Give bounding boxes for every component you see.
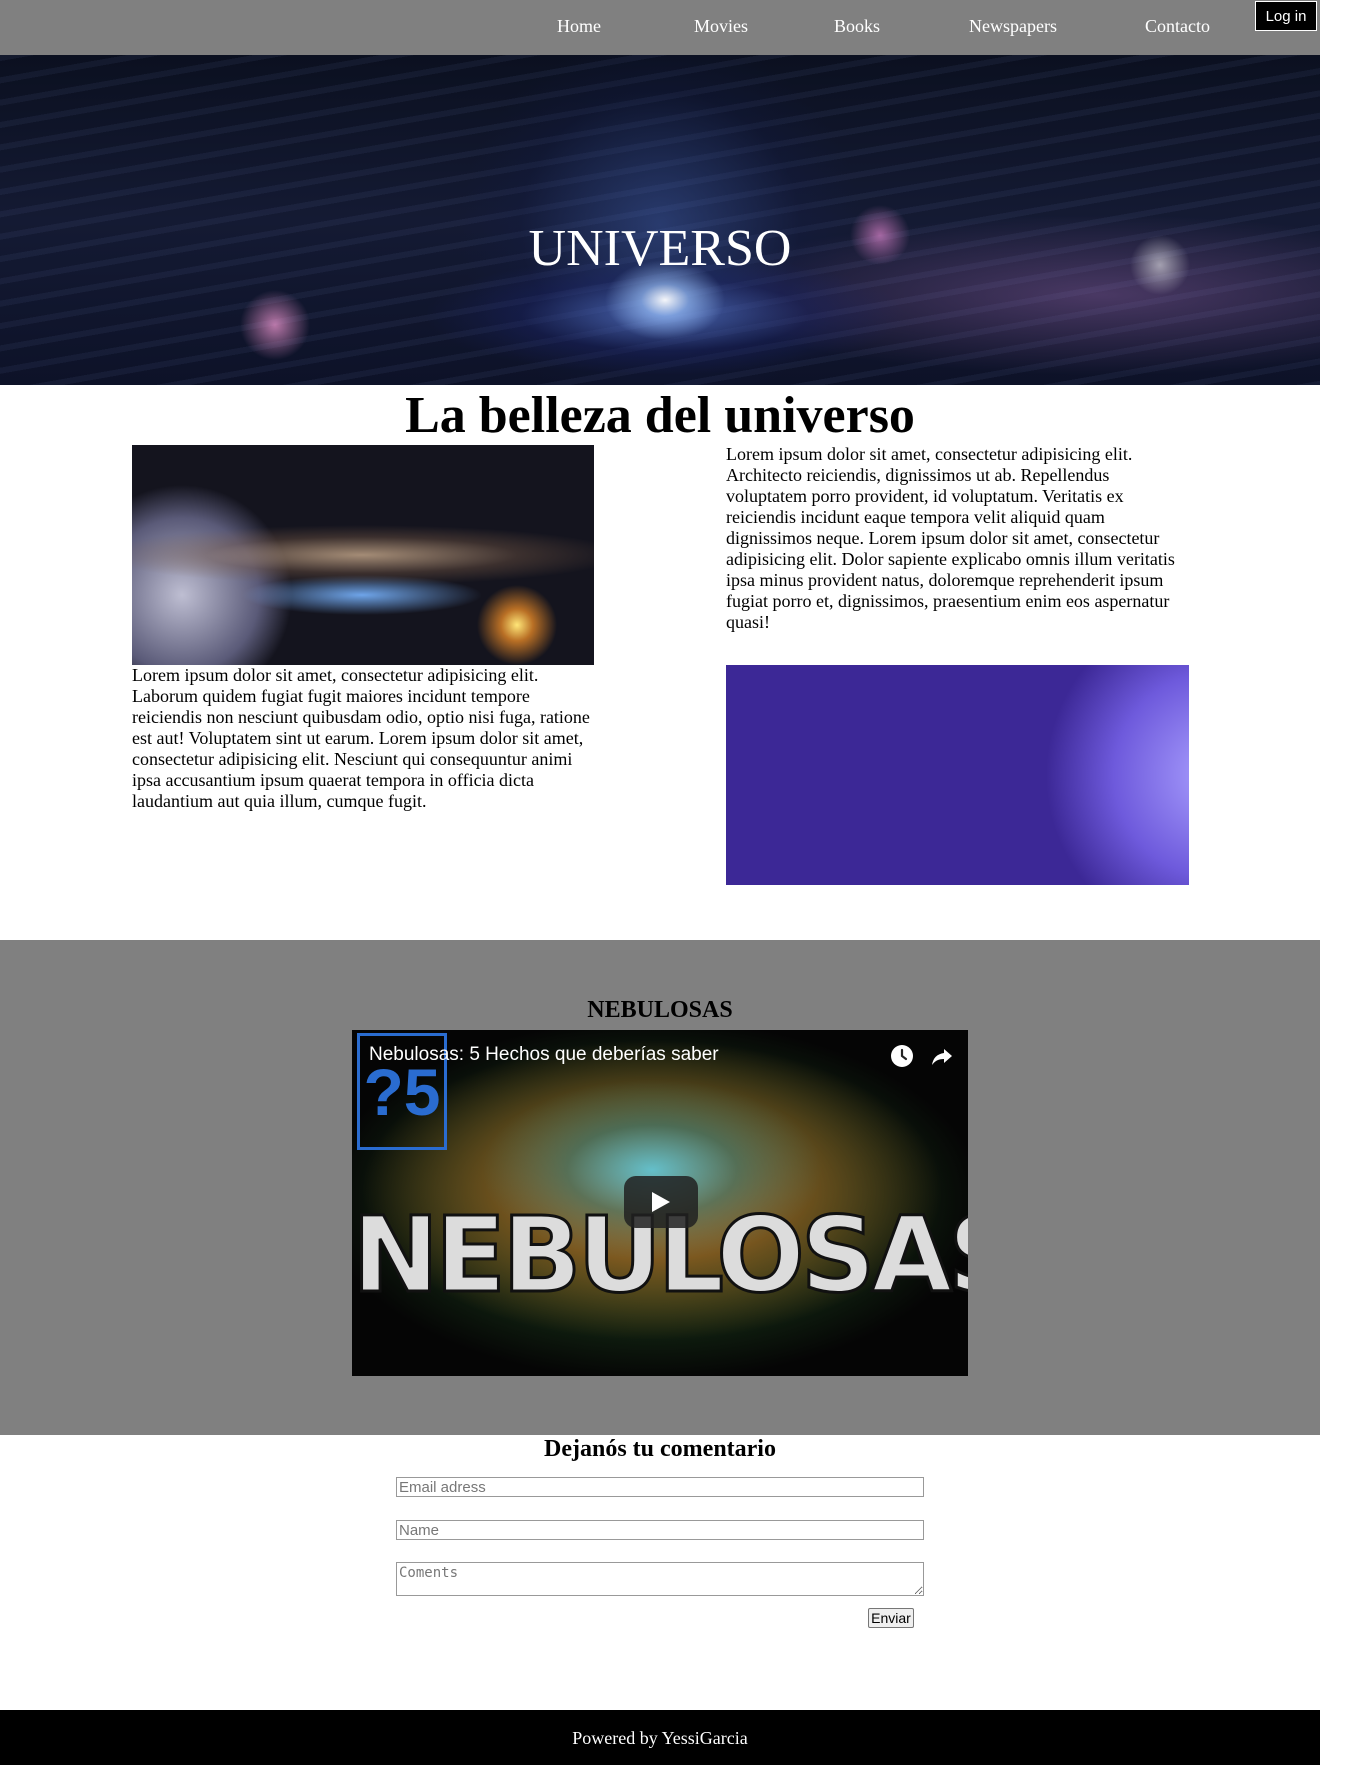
email-field[interactable] [396, 1477, 924, 1497]
login-button[interactable]: Log in [1255, 1, 1317, 31]
footer: Powered by YessiGarcia [0, 1710, 1320, 1765]
nav-item-books[interactable]: Books [834, 16, 880, 37]
nav-links: Home Movies Books Newspapers Contacto [0, 16, 1320, 40]
footer-text: Powered by YessiGarcia [572, 1728, 748, 1748]
nebulosas-section: NEBULOSAS ?5 Nebulosas: 5 Hechos que deb… [0, 940, 1320, 1435]
nav-item-contacto[interactable]: Contacto [1145, 16, 1210, 37]
left-paragraph: Lorem ipsum dolor sit amet, consectetur … [132, 665, 590, 811]
hero-title: UNIVERSO [528, 220, 792, 277]
section-title: NEBULOSAS [587, 997, 733, 1023]
play-icon [652, 1192, 670, 1212]
name-field[interactable] [396, 1520, 924, 1540]
video-player[interactable]: ?5 Nebulosas: 5 Hechos que deberías sabe… [352, 1030, 968, 1376]
nav-item-newspapers[interactable]: Newspapers [969, 16, 1057, 37]
top-nav: Home Movies Books Newspapers Contacto Lo… [0, 0, 1320, 55]
comments-field[interactable] [396, 1562, 924, 1596]
comment-title: Dejanós tu comentario [544, 1436, 776, 1462]
page-title: La belleza del universo [405, 387, 915, 444]
play-button[interactable] [624, 1176, 698, 1228]
clock-icon[interactable] [890, 1044, 914, 1068]
share-icon[interactable] [930, 1044, 954, 1068]
send-button[interactable]: Enviar [868, 1608, 914, 1628]
right-paragraph: Lorem ipsum dolor sit amet, consectetur … [726, 444, 1175, 632]
hero-banner: UNIVERSO [0, 55, 1320, 385]
nav-item-home[interactable]: Home [557, 16, 601, 37]
saturn-space-image [132, 445, 594, 665]
nav-item-movies[interactable]: Movies [694, 16, 748, 37]
blue-planet-image [726, 665, 1189, 885]
video-title[interactable]: Nebulosas: 5 Hechos que deberías saber [369, 1044, 719, 1066]
